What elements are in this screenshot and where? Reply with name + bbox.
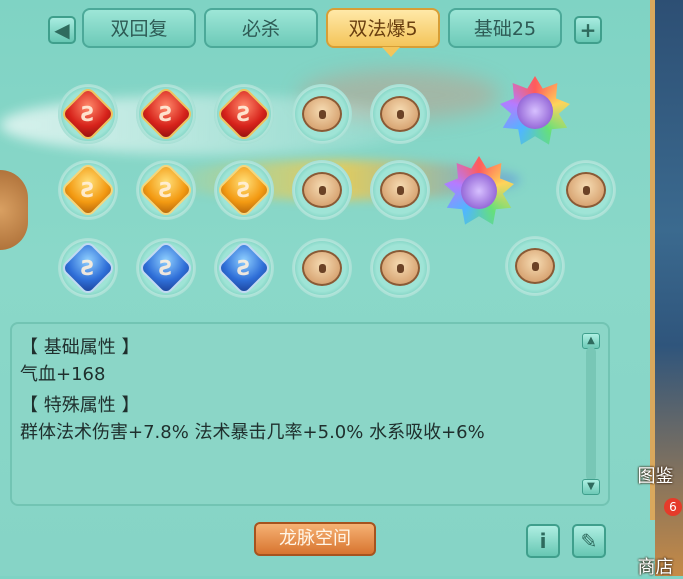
tab-critical[interactable]: 必杀 (204, 8, 318, 48)
active-tab-pointer (382, 47, 400, 57)
locked-slot[interactable] (292, 160, 352, 220)
tab-double-magic-crit[interactable]: 双法爆5 (326, 8, 440, 48)
special-star-gem[interactable] (500, 76, 570, 146)
tab-double-recover[interactable]: 双回复 (82, 8, 196, 48)
gem-slot-orange[interactable]: Ƨ (58, 160, 118, 220)
dragon-space-button[interactable]: 龙脉空间 (254, 522, 376, 556)
locked-slot[interactable] (370, 238, 430, 298)
gem-slot-orange[interactable]: Ƨ (136, 160, 196, 220)
locked-slot[interactable] (505, 236, 565, 296)
shop-button[interactable]: 商店 (628, 553, 683, 579)
gem-slot-orange[interactable]: Ƨ (214, 160, 274, 220)
scroll-down-icon[interactable]: ▼ (582, 479, 600, 495)
scroll-track[interactable] (586, 347, 596, 481)
gem-slot-red[interactable]: Ƨ (136, 84, 196, 144)
special-star-gem[interactable] (444, 156, 514, 226)
special-attr-header: 【 特殊属性 】 (20, 395, 140, 416)
locked-slot[interactable] (292, 84, 352, 144)
locked-slot[interactable] (370, 84, 430, 144)
shop-badge: 6 (664, 498, 682, 516)
gem-slot-blue[interactable]: Ƨ (58, 238, 118, 298)
tab-basic[interactable]: 基础25 (448, 8, 562, 48)
left-arrow-icon[interactable]: ◀ (48, 16, 76, 44)
plus-icon[interactable]: + (574, 16, 602, 44)
scenery-strip (655, 0, 683, 576)
info-icon[interactable]: i (526, 524, 560, 558)
edit-icon[interactable]: ✎ (572, 524, 606, 558)
special-attr-value: 群体法术伤害+7.8% 法术暴击几率+5.0% 水系吸收+6% (20, 422, 485, 443)
guide-button[interactable]: 图鉴 (628, 462, 683, 488)
locked-slot[interactable] (370, 160, 430, 220)
scrollbar[interactable]: ▲ ▼ (582, 333, 600, 495)
gem-slot-red[interactable]: Ƨ (58, 84, 118, 144)
basic-attr-header: 【 基础属性 】 (20, 337, 140, 358)
gem-slot-red[interactable]: Ƨ (214, 84, 274, 144)
basic-attr-value: 气血+168 (20, 364, 106, 385)
gem-slot-blue[interactable]: Ƨ (136, 238, 196, 298)
locked-slot[interactable] (556, 160, 616, 220)
gem-slot-blue[interactable]: Ƨ (214, 238, 274, 298)
locked-slot[interactable] (292, 238, 352, 298)
